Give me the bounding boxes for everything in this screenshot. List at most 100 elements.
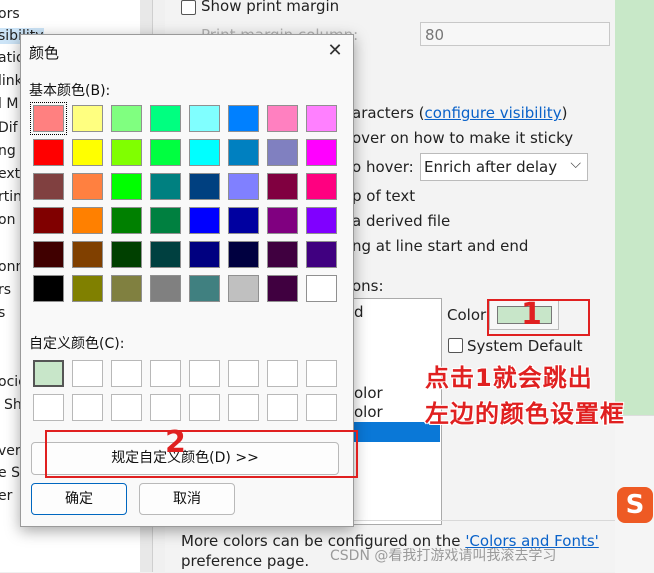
tree-item[interactable]: rtin [0, 189, 22, 205]
appearance-options-label: ons: [352, 277, 384, 295]
tree-item[interactable]: e S [0, 465, 20, 481]
tree-item[interactable]: ors [0, 6, 20, 22]
basic-color-swatch[interactable] [306, 207, 337, 234]
basic-color-swatch[interactable] [228, 207, 259, 234]
basic-color-swatch[interactable] [150, 275, 181, 302]
show-print-margin-checkbox[interactable] [181, 0, 196, 15]
print-margin-input[interactable]: 80 [420, 22, 610, 46]
annotation-note-line2: 左边的颜色设置框 [425, 400, 625, 428]
basic-color-swatch[interactable] [189, 173, 220, 200]
basic-color-swatch[interactable] [33, 173, 64, 200]
custom-color-swatch[interactable] [228, 394, 259, 421]
basic-color-swatch[interactable] [111, 139, 142, 166]
ok-button[interactable]: 确定 [31, 483, 127, 515]
tree-item[interactable]: er [0, 488, 12, 504]
chevron-down-icon: ⌵ [570, 156, 581, 172]
custom-color-swatch[interactable] [306, 394, 337, 421]
basic-color-swatch[interactable] [306, 173, 337, 200]
basic-color-swatch[interactable] [228, 105, 259, 132]
basic-color-swatch[interactable] [189, 275, 220, 302]
tree-item[interactable]: Dif [0, 120, 18, 136]
custom-color-swatch[interactable] [111, 394, 142, 421]
basic-color-swatch[interactable] [33, 207, 64, 234]
custom-color-swatch[interactable] [72, 360, 103, 387]
list-item[interactable]: d [354, 303, 364, 321]
basic-color-swatch[interactable] [189, 105, 220, 132]
basic-color-swatch[interactable] [33, 275, 64, 302]
system-default-label: System Default [467, 337, 583, 355]
basic-color-swatch[interactable] [267, 173, 298, 200]
basic-color-swatch[interactable] [267, 275, 298, 302]
hover-select-value: Enrich after delay [424, 158, 558, 176]
basic-color-swatch[interactable] [111, 207, 142, 234]
basic-color-swatch[interactable] [267, 105, 298, 132]
basic-color-swatch[interactable] [228, 241, 259, 268]
basic-color-swatch[interactable] [111, 105, 142, 132]
tree-item[interactable]: ext [0, 166, 20, 182]
basic-color-swatch[interactable] [150, 173, 181, 200]
basic-color-swatch[interactable] [33, 241, 64, 268]
basic-color-swatch[interactable] [72, 173, 103, 200]
custom-color-swatch[interactable] [150, 360, 181, 387]
basic-color-swatch[interactable] [111, 173, 142, 200]
basic-color-swatch[interactable] [72, 139, 103, 166]
custom-color-swatch[interactable] [306, 360, 337, 387]
basic-color-swatch[interactable] [72, 275, 103, 302]
list-item[interactable]: olor [354, 403, 383, 421]
close-icon[interactable]: ✕ [321, 37, 349, 65]
derived-file-label: a derived file [352, 212, 451, 230]
basic-color-swatch[interactable] [267, 139, 298, 166]
custom-color-swatch[interactable] [267, 360, 298, 387]
custom-color-swatch[interactable] [33, 360, 64, 387]
basic-color-swatch[interactable] [111, 275, 142, 302]
configure-visibility-link[interactable]: configure visibility [425, 104, 562, 122]
system-default-checkbox[interactable] [448, 338, 463, 353]
tree-item[interactable]: s [0, 305, 5, 321]
custom-color-swatch[interactable] [33, 394, 64, 421]
custom-color-swatch[interactable] [150, 394, 181, 421]
basic-color-swatch[interactable] [306, 105, 337, 132]
basic-color-swatch[interactable] [189, 207, 220, 234]
basic-color-swatch[interactable] [228, 275, 259, 302]
custom-color-swatch[interactable] [189, 360, 220, 387]
tree-item[interactable]: l M [0, 96, 18, 112]
color-label: Color [447, 306, 487, 324]
custom-color-swatch[interactable] [72, 394, 103, 421]
list-item[interactable]: olor [354, 384, 383, 402]
basic-color-swatch[interactable] [72, 105, 103, 132]
tree-item[interactable]: ng [0, 143, 16, 159]
basic-color-swatch[interactable] [306, 275, 337, 302]
custom-color-swatch[interactable] [111, 360, 142, 387]
basic-color-swatch[interactable] [306, 139, 337, 166]
basic-color-swatch[interactable] [267, 207, 298, 234]
basic-color-swatch[interactable] [33, 139, 64, 166]
dialog-title: 颜色 [29, 44, 60, 62]
tree-item[interactable]: rs [0, 282, 11, 298]
basic-color-swatch[interactable] [306, 241, 337, 268]
tree-item[interactable]: ver [0, 443, 21, 459]
basic-color-swatch[interactable] [228, 173, 259, 200]
basic-color-swatch[interactable] [150, 207, 181, 234]
basic-color-swatch[interactable] [189, 139, 220, 166]
hover-behavior-select[interactable]: Enrich after delay ⌵ [420, 153, 588, 181]
when-hover-label: o hover: [352, 158, 414, 176]
hidden-characters-suffix: ) [561, 104, 568, 122]
basic-color-swatch[interactable] [150, 241, 181, 268]
top-of-text-label: p of text [352, 187, 416, 205]
basic-color-swatch[interactable] [228, 139, 259, 166]
annotation-note-line1: 点击1就会跳出 [425, 364, 593, 392]
cancel-button[interactable]: 取消 [139, 483, 235, 515]
basic-color-swatch[interactable] [150, 139, 181, 166]
basic-color-swatch[interactable] [111, 241, 142, 268]
custom-color-swatch[interactable] [189, 394, 220, 421]
basic-color-swatch[interactable] [267, 241, 298, 268]
tree-item[interactable]: on [0, 212, 15, 228]
basic-color-swatch[interactable] [72, 207, 103, 234]
basic-color-swatch[interactable] [189, 241, 220, 268]
basic-color-swatch[interactable] [30, 102, 67, 135]
custom-color-swatch[interactable] [267, 394, 298, 421]
basic-color-swatch[interactable] [150, 105, 181, 132]
basic-color-swatch[interactable] [72, 241, 103, 268]
custom-color-swatch[interactable] [228, 360, 259, 387]
annotation-marker-1: 1 [521, 297, 542, 332]
